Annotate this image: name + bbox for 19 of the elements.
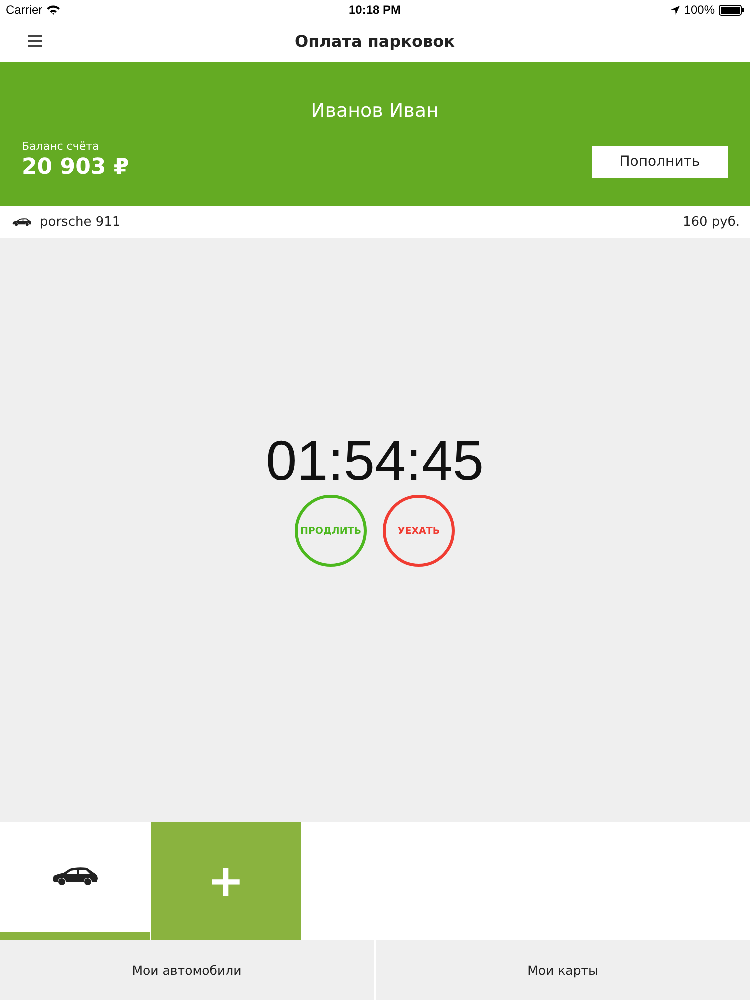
status-time: 10:18 PM [348, 3, 402, 17]
car-icon [51, 867, 99, 887]
balance-label: Баланс счёта [22, 140, 100, 153]
car-name: porsche 911 [40, 214, 121, 230]
car-icon [12, 218, 32, 226]
carrier-label: Carrier [6, 3, 43, 17]
location-arrow-icon [671, 6, 680, 14]
menu-button[interactable] [26, 33, 44, 49]
balance-amount: 20 903 ₽ [22, 155, 130, 180]
tab[interactable]: Мои карты [376, 940, 750, 1000]
parking-price: 160 руб. [682, 214, 740, 230]
battery-percentage: 100% [684, 3, 715, 17]
wifi-icon [46, 5, 60, 15]
battery-icon [719, 4, 744, 16]
parking-timer: 01:54:45 [266, 433, 484, 489]
screen-title: Оплата парковок [295, 32, 455, 50]
user-name: Иванов Иван [310, 100, 440, 122]
top-up-button[interactable]: Пополнить [592, 146, 728, 178]
tab[interactable]: Мои автомобили [0, 940, 374, 1000]
